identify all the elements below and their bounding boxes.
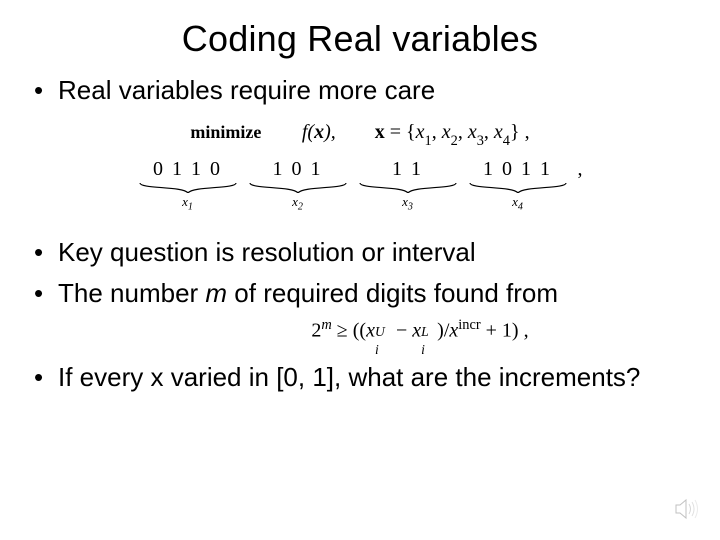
bit-group-bits: 1 0 1 1 (481, 158, 554, 183)
x-definition: x = {x1, x2, x3, x4} , (375, 121, 530, 143)
bit-group-label: x2 (292, 194, 303, 213)
bit-group-tail: , (578, 158, 583, 181)
bullet-list: Real variables require more care (30, 74, 690, 107)
bit-group: 1 0 1 x2 (248, 158, 348, 213)
bit-group-label: x1 (182, 194, 193, 213)
bullet-text: The number (58, 278, 205, 308)
xi: x (366, 320, 375, 342)
bullet-text: of required digits found from (227, 278, 558, 308)
xincr-x: x (449, 320, 458, 342)
bullet-item: Key question is resolution or interval (30, 236, 690, 269)
minus: − (391, 320, 412, 342)
xi2: x (412, 320, 421, 342)
bit-string-groups: 0 1 1 0 x1 1 0 1 x2 1 1 x3 1 0 1 1 x4, (138, 158, 583, 213)
slide: Coding Real variables Real variables req… (0, 0, 720, 540)
math-block-1: minimize f(x), x = {x1, x2, x3, x4} , 0 … (30, 121, 690, 213)
bit-group-bits: 0 1 1 0 (151, 158, 224, 183)
minimize-label: minimize (190, 122, 261, 142)
bullet-text: Key question is resolution or interval (58, 237, 476, 267)
math-objective-line: minimize f(x), x = {x1, x2, x3, x4} , (30, 121, 690, 148)
lhs-exp: m (321, 317, 331, 333)
objective-fn: f(x), (302, 121, 341, 143)
underbrace-icon (138, 183, 238, 193)
slide-title: Coding Real variables (30, 18, 690, 60)
inequality-block: 2m ≥ ((xUi − xLi)/xincr + 1) , (150, 317, 690, 343)
bullet-text: If every x varied in [0, 1], what are th… (58, 362, 640, 392)
lhs-base: 2 (311, 320, 321, 342)
xincr-sup: incr (458, 317, 480, 333)
underbrace-icon (468, 183, 568, 193)
speaker-icon (674, 497, 702, 526)
geq: ≥ (( (332, 320, 366, 342)
bit-group-label: x3 (402, 194, 413, 213)
bit-group-bits: 1 1 (390, 158, 425, 183)
plus1: + 1) , (481, 320, 529, 342)
bullet-text: Real variables require more care (58, 75, 435, 105)
bit-group-bits: 1 0 1 (271, 158, 325, 183)
underbrace-icon (358, 183, 458, 193)
bullet-list-3: If every x varied in [0, 1], what are th… (30, 361, 690, 394)
bullet-item: The number m of required digits found fr… (30, 277, 690, 310)
bullet-item: Real variables require more care (30, 74, 690, 107)
bullet-em: m (205, 278, 227, 308)
bit-group-label: x4 (512, 194, 523, 213)
close1: )/ (437, 320, 449, 342)
bit-group: 0 1 1 0 x1 (138, 158, 238, 213)
bit-group: 1 1 x3 (358, 158, 458, 213)
bit-group: 1 0 1 1 x4 (468, 158, 568, 213)
bullet-item: If every x varied in [0, 1], what are th… (30, 361, 690, 394)
bullet-list-2: Key question is resolution or interval T… (30, 236, 690, 309)
underbrace-icon (248, 183, 348, 193)
